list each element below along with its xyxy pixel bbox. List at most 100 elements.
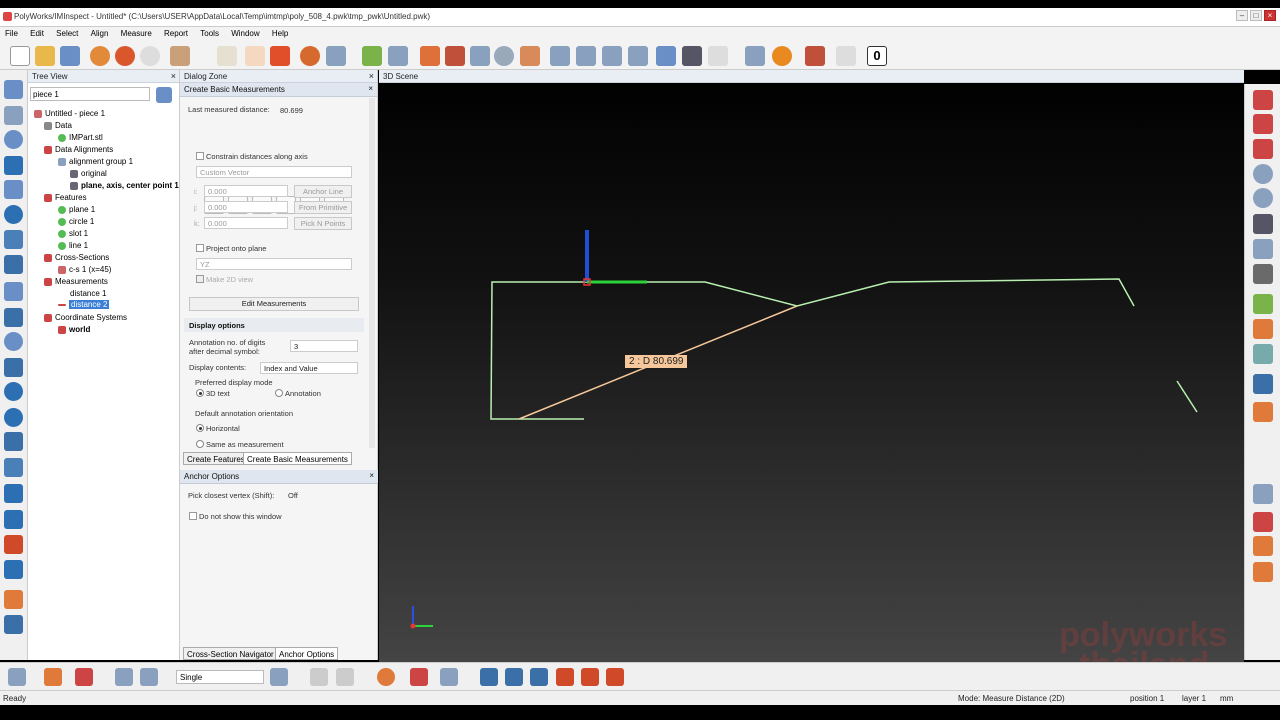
status-position[interactable]: position 1	[1130, 694, 1164, 703]
curve-icon[interactable]	[420, 46, 440, 66]
close-button[interactable]: ×	[1264, 10, 1276, 21]
menu-help[interactable]: Help	[267, 27, 293, 40]
status-layer[interactable]: layer 1	[1182, 694, 1206, 703]
mode-annotation-radio[interactable]	[275, 389, 283, 397]
tab-cross-section-navigator[interactable]: Cross-Section Navigator	[183, 647, 278, 660]
undo-icon[interactable]	[90, 46, 110, 66]
report-icon[interactable]	[170, 46, 190, 66]
caliper-icon[interactable]	[628, 46, 648, 66]
tree-search-input[interactable]	[30, 87, 150, 101]
tool-c-icon[interactable]	[1253, 536, 1273, 556]
tree-item-original[interactable]: original	[70, 169, 107, 178]
distance-icon[interactable]	[4, 535, 23, 554]
rotate-icon[interactable]	[505, 668, 523, 686]
scene-canvas[interactable]	[379, 70, 1244, 662]
minimize-button[interactable]: –	[1236, 10, 1248, 21]
zoom-in-icon[interactable]	[1253, 188, 1273, 208]
polyline-icon[interactable]	[4, 484, 23, 503]
tree-item-cross-sections[interactable]: Cross-Sections	[44, 253, 109, 262]
view-top-icon[interactable]	[1253, 114, 1273, 134]
tree-item-circle1[interactable]: circle 1	[58, 217, 94, 226]
globe-icon[interactable]	[4, 382, 23, 401]
k-input[interactable]: 0.000	[204, 217, 288, 229]
tree-item-cs1[interactable]: c-s 1 (x=45)	[58, 265, 111, 274]
play-icon[interactable]	[772, 46, 792, 66]
hand-icon[interactable]	[1253, 402, 1273, 422]
cube-icon[interactable]	[362, 46, 382, 66]
gauge-icon[interactable]	[602, 46, 622, 66]
grid-icon[interactable]	[656, 46, 676, 66]
text-icon[interactable]	[115, 668, 133, 686]
from-primitive-button[interactable]: From Primitive	[294, 201, 352, 214]
image-icon[interactable]	[708, 46, 728, 66]
binary-icon[interactable]	[245, 46, 265, 66]
eraser-icon[interactable]	[75, 668, 93, 686]
status-unit[interactable]: mm	[1220, 694, 1233, 703]
zoom-icon[interactable]	[494, 46, 514, 66]
save-icon[interactable]	[60, 46, 80, 66]
select-icon[interactable]	[270, 46, 290, 66]
tree-item-features[interactable]: Features	[44, 193, 87, 202]
group-select-icon[interactable]	[140, 668, 158, 686]
tree-item-coordinate-systems[interactable]: Coordinate Systems	[44, 313, 127, 322]
new-file-icon[interactable]	[10, 46, 30, 66]
line-tool-icon[interactable]	[4, 156, 23, 175]
redo-icon[interactable]	[140, 46, 160, 66]
sphere-icon[interactable]	[4, 130, 23, 149]
snap-icon[interactable]	[410, 668, 428, 686]
select-points-icon[interactable]	[4, 80, 23, 99]
cancel-icon[interactable]	[115, 46, 135, 66]
pipe-icon[interactable]	[4, 458, 23, 477]
tree-item-plane1[interactable]: plane 1	[58, 205, 95, 214]
tree-item-distance1[interactable]: distance 1	[70, 289, 106, 298]
view-front-icon[interactable]	[1253, 90, 1273, 110]
pointer-icon[interactable]	[326, 46, 346, 66]
menu-align[interactable]: Align	[86, 27, 114, 40]
torus-icon[interactable]	[4, 358, 23, 377]
menu-tools[interactable]: Tools	[195, 27, 224, 40]
tree-item-slot1[interactable]: slot 1	[58, 229, 88, 238]
cylinder-icon[interactable]	[4, 230, 23, 249]
pen-icon[interactable]	[44, 668, 62, 686]
tree-item-alignment-group[interactable]: alignment group 1	[58, 157, 133, 166]
menu-report[interactable]: Report	[159, 27, 193, 40]
chart-icon[interactable]	[836, 46, 856, 66]
slot-icon[interactable]	[4, 255, 23, 274]
dialog-scrollbar[interactable]	[369, 98, 375, 448]
color-map-icon[interactable]	[1253, 344, 1273, 364]
tab-create-basic-measurements[interactable]: Create Basic Measurements	[243, 452, 352, 465]
tree-item-plane-axis[interactable]: plane, axis, center point 1	[70, 181, 179, 190]
anchor-line-button[interactable]: Anchor Line	[294, 185, 352, 198]
dimension2-icon[interactable]	[581, 668, 599, 686]
cursor-icon[interactable]	[440, 668, 458, 686]
rectangle-icon[interactable]	[4, 282, 23, 301]
ellipse-icon[interactable]	[4, 332, 23, 351]
tree-item-line1[interactable]: line 1	[58, 241, 88, 250]
tree-item-world[interactable]: world	[58, 325, 90, 334]
close-icon[interactable]: ×	[369, 471, 374, 480]
probe-right-icon[interactable]	[1253, 374, 1273, 394]
orient-same-radio[interactable]	[196, 440, 204, 448]
probe-icon[interactable]	[300, 46, 320, 66]
tree-item-measurements[interactable]: Measurements	[44, 277, 108, 286]
j-input[interactable]: 0.000	[204, 201, 288, 213]
tab-create-features[interactable]: Create Features	[183, 452, 249, 465]
grid-plane-icon[interactable]	[4, 180, 23, 199]
view-side-icon[interactable]	[1253, 139, 1273, 159]
vector-select[interactable]: Custom Vector	[196, 166, 352, 178]
list-icon[interactable]	[805, 46, 825, 66]
dimension-icon[interactable]	[556, 668, 574, 686]
tab-anchor-options[interactable]: Anchor Options	[275, 647, 339, 660]
annotate-icon[interactable]	[1253, 319, 1273, 339]
tree-filter-icon[interactable]	[156, 87, 172, 103]
surface-icon[interactable]	[4, 432, 23, 451]
tool-d-icon[interactable]	[1253, 562, 1273, 582]
zoom-fit-icon[interactable]	[1253, 164, 1273, 184]
measure-tool-icon[interactable]	[470, 46, 490, 66]
settings-icon[interactable]	[4, 590, 23, 609]
tool-a-icon[interactable]	[1253, 484, 1273, 504]
feature-icon[interactable]	[445, 46, 465, 66]
point-cloud-icon[interactable]	[4, 408, 23, 427]
edit-measurements-button[interactable]: Edit Measurements	[189, 297, 359, 311]
close-icon[interactable]: ×	[171, 71, 176, 81]
